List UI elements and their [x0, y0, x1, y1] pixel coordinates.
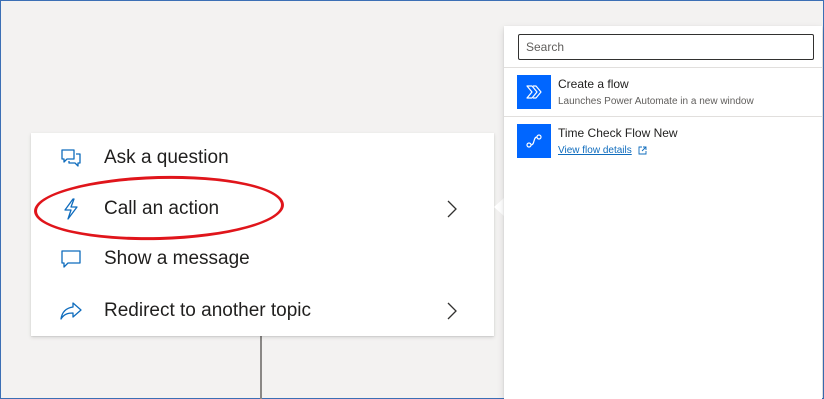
chevron-right-icon [444, 197, 460, 221]
create-flow-item[interactable]: Create a flow Launches Power Automate in… [504, 69, 822, 116]
menu-item-redirect-topic[interactable]: Redirect to another topic [31, 286, 494, 336]
flow-item-title: Time Check Flow New [558, 126, 678, 140]
message-icon [59, 247, 83, 271]
menu-item-ask-question[interactable]: Ask a question [31, 133, 494, 183]
flow-item-title: Create a flow [558, 77, 629, 91]
chat-question-icon [59, 146, 83, 170]
search-input[interactable] [518, 34, 814, 60]
divider [504, 67, 822, 68]
power-automate-icon [517, 75, 551, 109]
menu-item-label: Show a message [104, 248, 250, 269]
share-arrow-icon [59, 299, 83, 323]
menu-item-label: Ask a question [104, 147, 229, 168]
action-flyout-panel: Create a flow Launches Power Automate in… [504, 26, 822, 399]
flyout-pointer [494, 198, 504, 216]
flow-connector-line [260, 335, 262, 399]
flow-icon [517, 124, 551, 158]
view-flow-details-link[interactable]: View flow details [558, 145, 632, 156]
open-external-icon [638, 146, 647, 155]
flow-item-subtitle: Launches Power Automate in a new window [558, 96, 754, 107]
menu-item-show-message[interactable]: Show a message [31, 234, 494, 284]
divider [504, 116, 822, 117]
flow-item-time-check[interactable]: Time Check Flow New View flow details [504, 118, 822, 165]
chevron-right-icon [444, 299, 460, 323]
menu-item-label: Redirect to another topic [104, 300, 312, 321]
